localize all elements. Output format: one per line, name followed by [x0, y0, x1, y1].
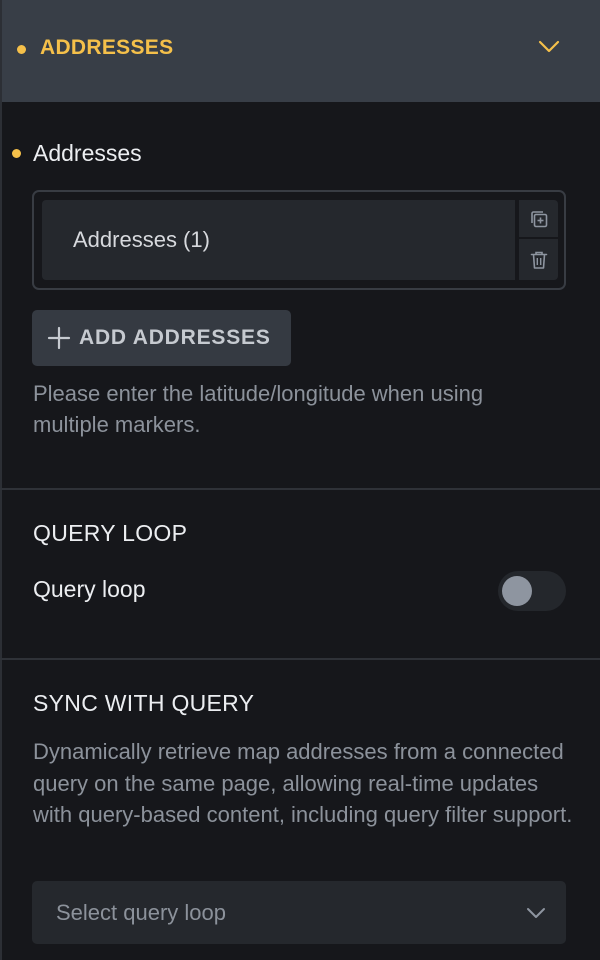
addresses-help-text: Please enter the latitude/longitude when… [33, 381, 484, 437]
addresses-repeater: Addresses (1) [32, 190, 566, 290]
duplicate-button[interactable] [519, 200, 558, 239]
section-divider [0, 658, 600, 660]
query-loop-select[interactable]: Select query loop [32, 881, 566, 944]
plus-icon [47, 326, 71, 350]
modified-indicator-dot [17, 45, 26, 54]
sync-with-query-description: Dynamically retrieve map addresses from … [33, 739, 573, 827]
chevron-down-icon [527, 908, 545, 918]
add-addresses-label: ADD ADDRESSES [79, 326, 271, 349]
addresses-label: Addresses [33, 140, 142, 166]
add-addresses-button[interactable]: ADD ADDRESSES [32, 310, 291, 366]
repeater-item-actions [517, 200, 558, 280]
duplicate-icon [530, 210, 547, 227]
chevron-down-icon[interactable] [538, 40, 560, 54]
delete-button[interactable] [519, 240, 558, 279]
repeater-item-label: Addresses (1) [73, 227, 210, 252]
repeater-item[interactable]: Addresses (1) [42, 200, 515, 280]
field-modified-dot [12, 149, 21, 158]
query-loop-toggle[interactable] [498, 571, 566, 611]
sync-with-query-title: SYNC WITH QUERY [33, 690, 255, 716]
select-placeholder: Select query loop [56, 900, 226, 925]
query-loop-title: QUERY LOOP [33, 520, 188, 546]
panel-left-border [0, 0, 2, 960]
section-title: ADDRESSES [40, 36, 174, 59]
section-divider [0, 488, 600, 490]
query-loop-label: Query loop [33, 576, 146, 602]
trash-icon [530, 251, 547, 269]
section-header-addresses[interactable]: ADDRESSES [2, 0, 600, 102]
toggle-knob [502, 576, 532, 606]
